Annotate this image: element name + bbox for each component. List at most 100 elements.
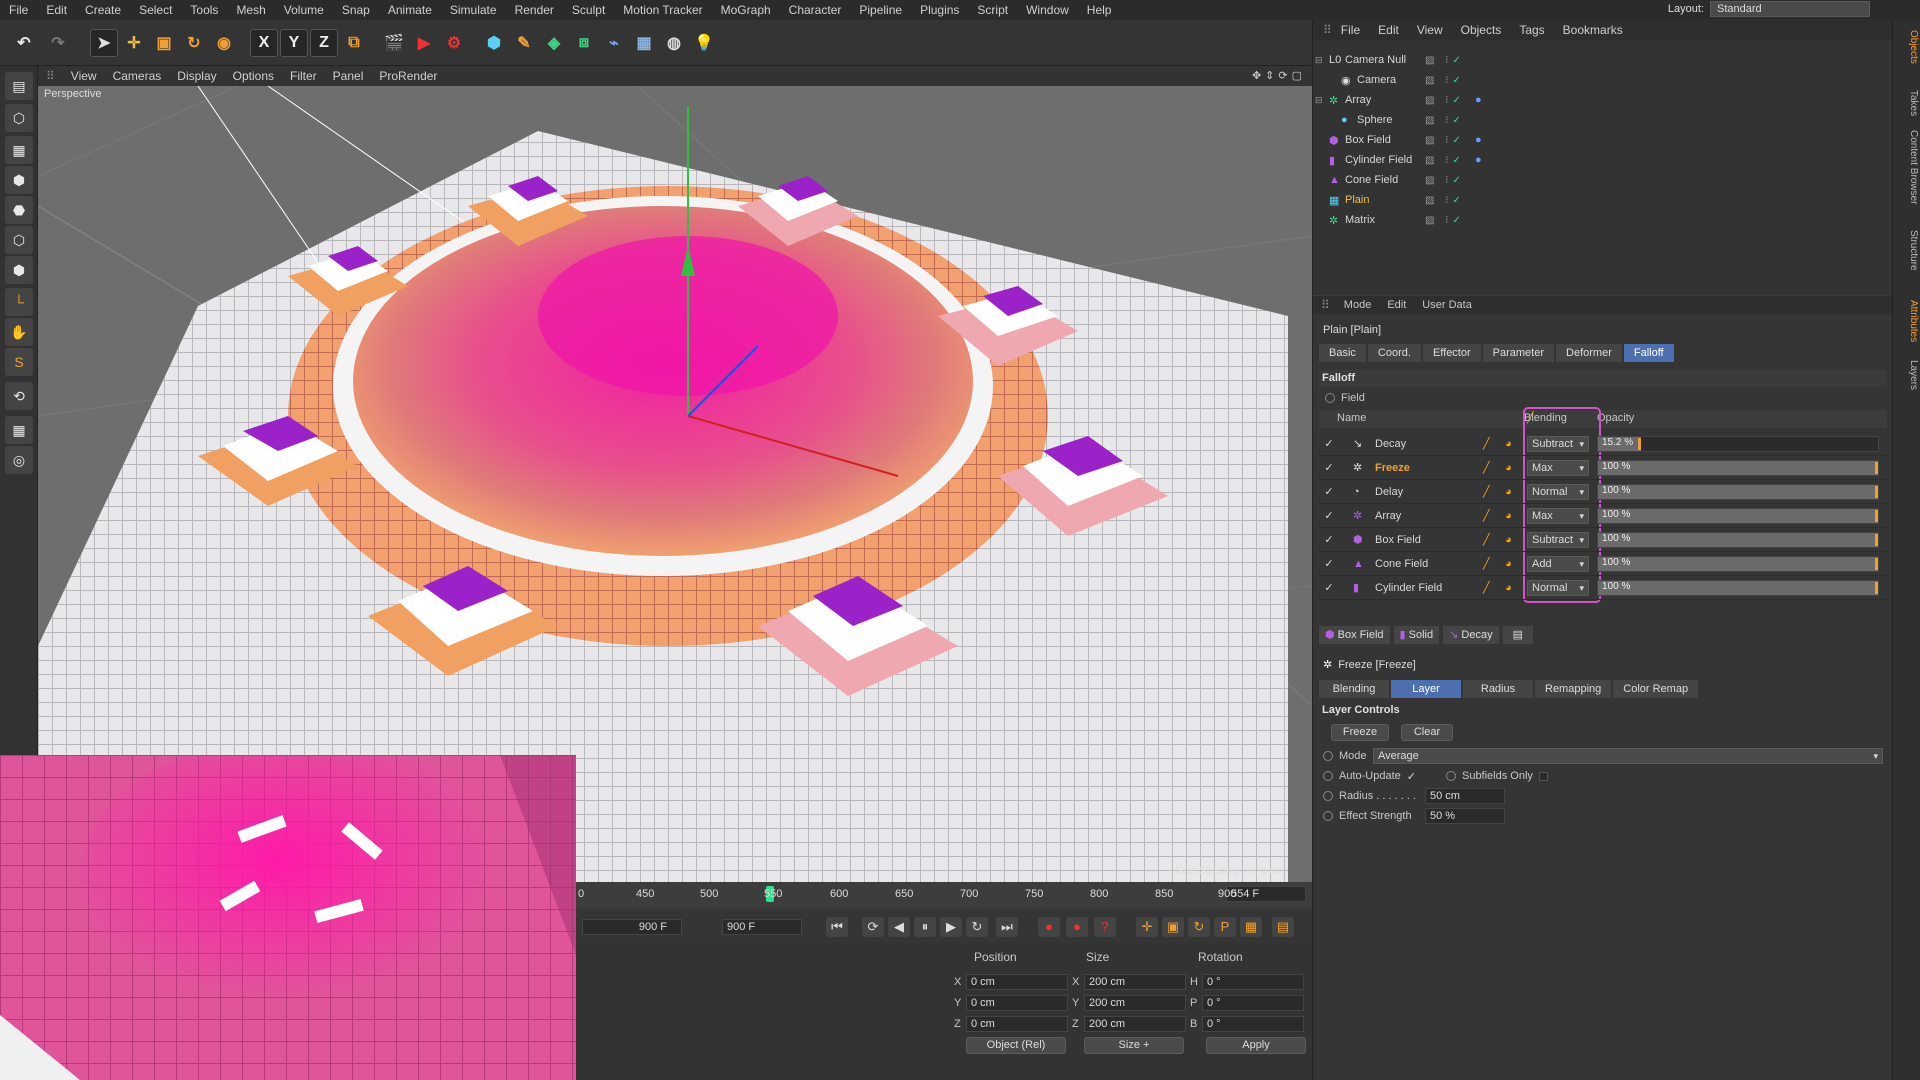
object-name[interactable]: Camera Null (1345, 54, 1435, 66)
menu-mograph[interactable]: MoGraph (712, 3, 780, 17)
workplane-icon[interactable]: ⬢ (5, 166, 33, 194)
scale-key-icon[interactable]: ▣ (1162, 917, 1184, 937)
menu-help[interactable]: Help (1078, 3, 1121, 17)
step-back-icon[interactable]: ◀ (888, 917, 910, 937)
viewport-menu-panel[interactable]: Panel (325, 69, 372, 83)
object-tag-icon[interactable]: ● (1475, 94, 1482, 106)
cloner-icon[interactable]: ⧈ (570, 29, 598, 57)
more-fields-icon[interactable]: ▤ (1502, 626, 1533, 644)
object-row[interactable]: ▲ Cone Field ▨ ⁝✓ (1315, 170, 1875, 190)
layer-color-icon[interactable]: ◕ (1505, 462, 1527, 474)
attr-menu-edit[interactable]: Edit (1379, 299, 1414, 311)
object-name[interactable]: Array (1345, 94, 1435, 106)
field-layer-row[interactable]: ✓ ✲ Array╱◕Max 100 % (1319, 504, 1887, 528)
attr-tab-parameter[interactable]: Parameter (1482, 344, 1555, 362)
layer-opacity-slider[interactable]: 15.2 % (1597, 436, 1879, 452)
menu-render[interactable]: Render (506, 3, 563, 17)
object-tag-icon[interactable]: ● (1475, 134, 1482, 146)
object-name[interactable]: Cylinder Field (1345, 154, 1435, 166)
object-row[interactable]: ● Sphere ▨ ⁝✓ (1315, 110, 1875, 130)
sub-tab-radius[interactable]: Radius (1463, 680, 1533, 698)
maximize-icon[interactable]: ▢ (1292, 69, 1302, 82)
points-mode-icon[interactable]: ⬣ (5, 196, 33, 224)
move-icon[interactable]: ✛ (120, 29, 148, 57)
opacity-handle[interactable] (1875, 462, 1878, 474)
object-row[interactable]: ▮ Cylinder Field ▨ ⁝✓ ● (1315, 150, 1875, 170)
snap-icon[interactable]: S (5, 348, 33, 376)
pan-icon[interactable]: ✥ (1252, 69, 1261, 82)
object-row[interactable]: ⊟ ✲ Array ▨ ⁝✓ ● (1315, 90, 1875, 110)
layer-name[interactable]: Delay (1375, 486, 1483, 498)
rotate-icon[interactable]: ↻ (180, 29, 208, 57)
dock-tab-structure[interactable]: Structure (1895, 230, 1919, 271)
floor-icon[interactable]: ▦ (630, 29, 658, 57)
layer-blending-dropdown[interactable]: Normal (1527, 579, 1589, 596)
menu-tools[interactable]: Tools (181, 3, 227, 17)
camera-icon[interactable]: ◍ (660, 29, 688, 57)
select-arrow-icon[interactable]: ➤ (90, 29, 118, 57)
layer-color-icon[interactable]: ◕ (1505, 534, 1527, 546)
menu-create[interactable]: Create (76, 3, 130, 17)
field-radio-icon[interactable] (1325, 393, 1335, 403)
layer-opacity-slider[interactable]: 100 % (1597, 508, 1879, 524)
loop-icon[interactable]: ⟳ (862, 917, 884, 937)
opacity-handle[interactable] (1875, 486, 1878, 498)
object-row[interactable]: ⊟ L0 Camera Null ▨ ⁝✓ (1315, 50, 1875, 70)
edges-mode-icon[interactable]: ⬡ (5, 226, 33, 254)
field-layer-row[interactable]: ✓ ▲ Cone Field╱◕Add 100 % (1319, 552, 1887, 576)
menu-character[interactable]: Character (780, 3, 851, 17)
layer-curve-icon[interactable]: ╱ (1483, 509, 1505, 522)
layer-opacity-slider[interactable]: 100 % (1597, 556, 1879, 572)
sub-tab-blending[interactable]: Blending (1319, 680, 1389, 698)
field-layer-row[interactable]: ✓ ▮ Cylinder Field╱◕Normal 100 % (1319, 576, 1887, 600)
object-row[interactable]: ◉ Camera ▨ ⁝✓ (1315, 70, 1875, 90)
rotation-x-input[interactable]: 0 ° (1202, 974, 1304, 990)
deformer-icon[interactable]: ⌁ (600, 29, 628, 57)
make-editable-icon[interactable]: ▤ (5, 72, 33, 100)
layout-select[interactable]: Standard (1710, 1, 1870, 17)
rotation-z-input[interactable]: 0 ° (1202, 1016, 1304, 1032)
attr-tab-falloff[interactable]: Falloff (1623, 344, 1674, 362)
play-icon[interactable]: ▶ (940, 917, 962, 937)
layer-enable-checkbox[interactable]: ✓ (1319, 581, 1339, 594)
layer-curve-icon[interactable]: ╱ (1483, 461, 1505, 474)
dock-tab-objects[interactable]: Objects (1895, 30, 1919, 64)
lock-x-icon[interactable]: X (250, 29, 278, 57)
attr-tab-effector[interactable]: Effector (1422, 344, 1481, 362)
menu-edit[interactable]: Edit (37, 3, 76, 17)
layer-blending-dropdown[interactable]: Subtract (1527, 531, 1589, 548)
layer-opacity-slider[interactable]: 100 % (1597, 580, 1879, 596)
layer-color-icon[interactable]: ◕ (1505, 438, 1527, 450)
layer-curve-icon[interactable]: ╱ (1483, 533, 1505, 546)
position-y-input[interactable]: 0 cm (966, 995, 1068, 1011)
render-settings-icon[interactable]: ⚙ (440, 29, 468, 57)
field-layer-row[interactable]: ✓ ✲ Freeze╱◕Max 100 % (1319, 456, 1887, 480)
object-flags[interactable]: ▨ ⁝✓ (1425, 115, 1465, 126)
sub-tab-color-remap[interactable]: Color Remap (1613, 680, 1699, 698)
object-name[interactable]: Sphere (1357, 114, 1435, 126)
object-flags[interactable]: ▨ ⁝✓ (1425, 75, 1465, 86)
opacity-handle[interactable] (1875, 558, 1878, 570)
radius-radio-icon[interactable] (1323, 791, 1333, 801)
size-y-input[interactable]: 200 cm (1084, 995, 1186, 1011)
obj-menu-bookmarks[interactable]: Bookmarks (1554, 23, 1632, 37)
opacity-handle[interactable] (1875, 534, 1878, 546)
object-name[interactable]: Matrix (1345, 214, 1435, 226)
obj-menu-file[interactable]: File (1332, 23, 1369, 37)
add-decay-button[interactable]: ↘ Decay (1443, 626, 1499, 644)
menu-volume[interactable]: Volume (275, 3, 333, 17)
object-flags[interactable]: ▨ ⁝✓ (1425, 135, 1465, 146)
object-flags[interactable]: ▨ ⁝✓ (1425, 195, 1465, 206)
layer-color-icon[interactable]: ◕ (1505, 486, 1527, 498)
field-layer-row[interactable]: ✓ ⬢ Box Field╱◕Subtract 100 % (1319, 528, 1887, 552)
object-name[interactable]: Camera (1357, 74, 1435, 86)
object-tag-icon[interactable]: ● (1475, 154, 1482, 166)
viewport-menu-display[interactable]: Display (169, 69, 224, 83)
texture-mode-icon[interactable]: ▦ (5, 136, 33, 164)
tree-expander[interactable]: ⊟ (1315, 55, 1329, 66)
rotate-key-icon[interactable]: ↻ (1188, 917, 1210, 937)
coord-mode-dropdown[interactable]: Object (Rel) (966, 1037, 1066, 1054)
layer-blending-dropdown[interactable]: Subtract (1527, 435, 1589, 452)
polygons-mode-icon[interactable]: ⬢ (5, 256, 33, 284)
timeline-ruler[interactable]: 554 F 0 450 500 550 600 650 700 750 800 850 900 (576, 882, 1312, 906)
